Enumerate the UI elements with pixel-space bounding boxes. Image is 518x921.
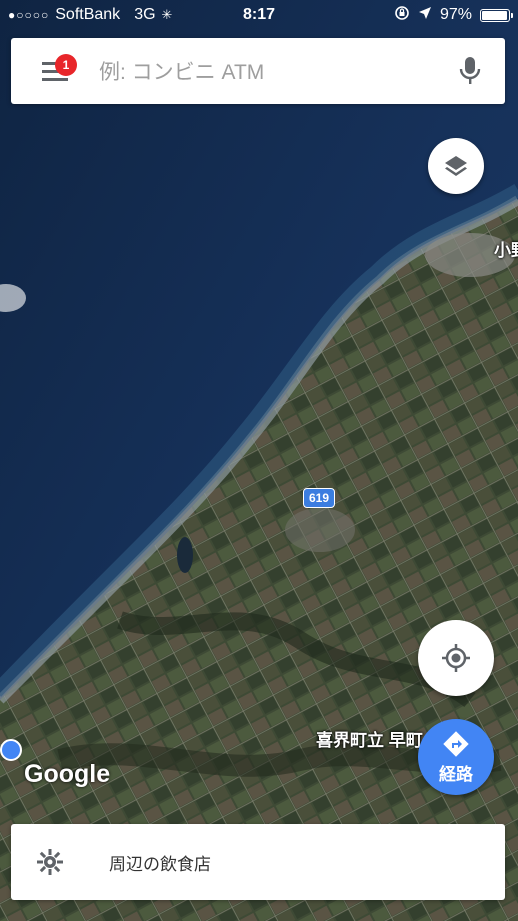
layers-icon xyxy=(445,156,467,176)
nearby-restaurants-card[interactable]: 周辺の飲食店 xyxy=(11,824,505,900)
current-location-dot xyxy=(0,739,22,761)
map-label-town[interactable]: 喜界町立 早町 xyxy=(316,726,423,751)
battery-level xyxy=(482,10,508,20)
route-shield: 619 xyxy=(303,488,335,508)
restaurant-icon-wrap xyxy=(11,848,89,876)
search-bar[interactable]: 1 例: コンビニ ATM xyxy=(11,38,505,104)
directions-icon xyxy=(443,730,469,757)
directions-button[interactable]: 経路 xyxy=(418,719,494,795)
map-label-island[interactable]: 小野 xyxy=(494,236,518,261)
status-right: 97% xyxy=(394,5,513,26)
battery-percent: 97% xyxy=(439,6,472,23)
search-input[interactable]: 例: コンビニ ATM xyxy=(99,56,435,86)
google-logo: Google xyxy=(24,760,111,788)
notification-badge: 1 xyxy=(55,54,77,76)
menu-button[interactable]: 1 xyxy=(11,38,99,104)
restaurant-icon xyxy=(37,849,63,875)
status-bar: ●○○○○ SoftBank 3G ✳ 8:17 97% xyxy=(0,0,518,30)
layers-button[interactable] xyxy=(428,138,484,194)
my-location-button[interactable] xyxy=(418,620,494,696)
mic-icon xyxy=(459,57,481,84)
location-arrow-icon xyxy=(418,6,432,25)
my-location-icon xyxy=(442,644,470,672)
nearby-restaurants-label: 周辺の飲食店 xyxy=(109,854,211,874)
battery-icon xyxy=(480,8,513,22)
directions-label: 経路 xyxy=(439,764,473,784)
voice-search-button[interactable] xyxy=(435,56,505,86)
rotation-lock-icon xyxy=(394,5,410,26)
